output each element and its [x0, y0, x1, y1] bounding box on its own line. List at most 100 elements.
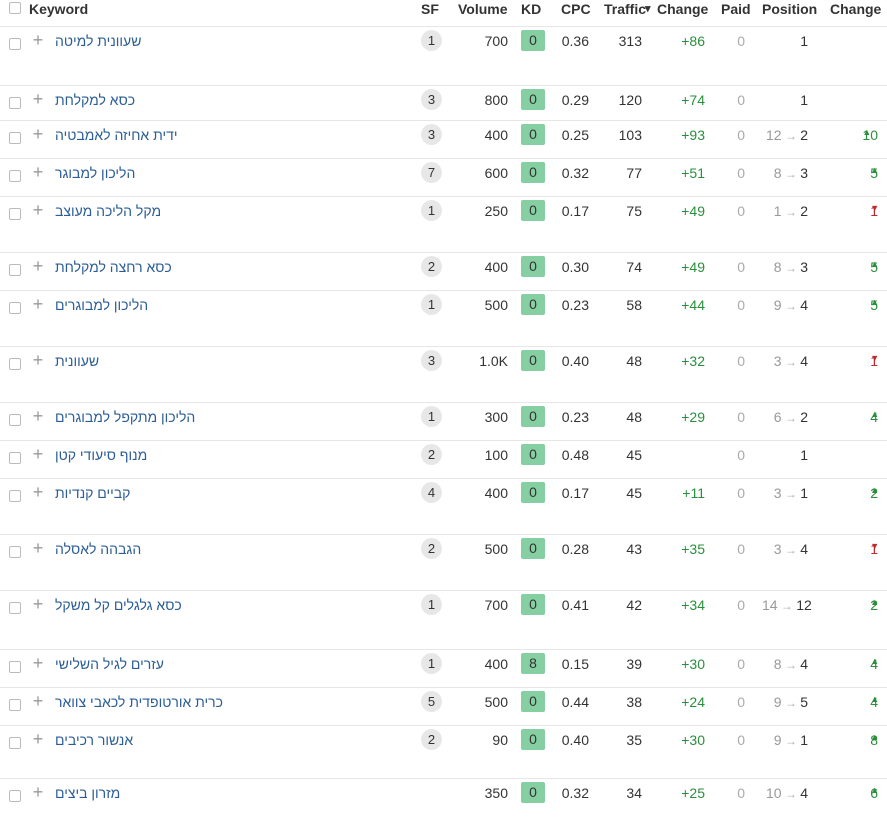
row-checkbox[interactable] [9, 452, 21, 464]
keyword-link[interactable]: מנוף סיעודי קטן [55, 447, 147, 463]
col-sf[interactable]: SF [421, 1, 439, 17]
cpc-value: 0.23 [561, 297, 589, 313]
add-keyword-icon[interactable]: + [31, 351, 45, 369]
row-checkbox[interactable] [9, 546, 21, 558]
row-checkbox[interactable] [9, 699, 21, 711]
row-checkbox[interactable] [9, 790, 21, 802]
keyword-link[interactable]: קביים קנדיות [55, 485, 130, 501]
row-checkbox[interactable] [9, 602, 21, 614]
traffic-change-value: +86 [681, 33, 705, 49]
paid-value: 0 [737, 541, 745, 557]
serp-features-badge[interactable]: 1 [421, 294, 442, 315]
add-keyword-icon[interactable]: + [31, 692, 45, 710]
row-checkbox[interactable] [9, 97, 21, 109]
arrow-right-icon: → [781, 487, 801, 501]
row-checkbox[interactable] [9, 358, 21, 370]
cpc-value: 0.48 [561, 447, 589, 463]
row-checkbox[interactable] [9, 208, 21, 220]
keyword-link[interactable]: כסא גלגלים קל משקל [55, 597, 182, 613]
keyword-link[interactable]: הליכון למבוגר [55, 165, 135, 181]
col-paid[interactable]: Paid [721, 1, 751, 17]
col-traffic[interactable]: Traffic [604, 1, 646, 17]
arrow-right-icon: → [781, 205, 801, 219]
position-cell: 8 → 3 [762, 259, 808, 275]
paid-value: 0 [737, 203, 745, 219]
add-keyword-icon[interactable]: + [31, 201, 45, 219]
sort-desc-icon[interactable]: ▾ [645, 2, 651, 15]
add-keyword-icon[interactable]: + [31, 257, 45, 275]
paid-value: 0 [737, 409, 745, 425]
add-keyword-icon[interactable]: + [31, 90, 45, 108]
kd-badge: 0 [521, 729, 545, 750]
serp-features-badge[interactable]: 2 [421, 538, 442, 559]
col-position-change[interactable]: Change [830, 1, 881, 17]
col-cpc[interactable]: CPC [561, 1, 591, 17]
row-checkbox[interactable] [9, 490, 21, 502]
position-cell: 1 [762, 33, 808, 49]
cpc-value: 0.17 [561, 203, 589, 219]
serp-features-badge[interactable]: 3 [421, 124, 442, 145]
serp-features-badge[interactable]: 2 [421, 444, 442, 465]
row-checkbox[interactable] [9, 132, 21, 144]
keyword-link[interactable]: מזרון ביצים [55, 785, 120, 801]
row-checkbox[interactable] [9, 302, 21, 314]
serp-features-badge[interactable]: 3 [421, 89, 442, 110]
previous-position: 3 [773, 485, 782, 501]
keyword-link[interactable]: כסא רחצה למקלחת [55, 259, 172, 275]
serp-features-badge[interactable]: 1 [421, 406, 442, 427]
cpc-value: 0.29 [561, 92, 589, 108]
row-checkbox[interactable] [9, 414, 21, 426]
kd-badge: 0 [521, 444, 545, 465]
keyword-link[interactable]: ידית אחיזה לאמבטיה [55, 127, 178, 143]
add-keyword-icon[interactable]: + [31, 445, 45, 463]
keyword-link[interactable]: הגבהה לאסלה [55, 541, 141, 557]
add-keyword-icon[interactable]: + [31, 783, 45, 801]
keyword-link[interactable]: כסא למקלחת [55, 92, 135, 108]
keyword-link[interactable]: שעוונית למיטה [55, 33, 141, 49]
keyword-link[interactable]: אנשור רכיבים [55, 732, 133, 748]
row-checkbox[interactable] [9, 737, 21, 749]
serp-features-badge[interactable]: 1 [421, 30, 442, 51]
row-checkbox[interactable] [9, 38, 21, 50]
add-keyword-icon[interactable]: + [31, 539, 45, 557]
paid-value: 0 [737, 732, 745, 748]
row-checkbox[interactable] [9, 661, 21, 673]
keyword-link[interactable]: הליכון מתקפל למבוגרים [55, 409, 195, 425]
keyword-link[interactable]: כרית אורטופדית לכאבי צוואר [55, 694, 223, 710]
select-all-checkbox[interactable] [9, 2, 21, 14]
serp-features-badge[interactable]: 3 [421, 350, 442, 371]
add-keyword-icon[interactable]: + [31, 595, 45, 613]
serp-features-badge[interactable]: 2 [421, 256, 442, 277]
position-cell: 3 → 1 [762, 485, 808, 501]
add-keyword-icon[interactable]: + [31, 163, 45, 181]
keyword-link[interactable]: שעוונית [55, 353, 99, 369]
add-keyword-icon[interactable]: + [31, 483, 45, 501]
traffic-change-value: +51 [681, 165, 705, 181]
col-change[interactable]: Change [657, 1, 708, 17]
serp-features-badge[interactable]: 5 [421, 691, 442, 712]
col-position[interactable]: Position [762, 1, 817, 17]
serp-features-badge[interactable]: 1 [421, 200, 442, 221]
traffic-value: 120 [618, 92, 642, 108]
serp-features-badge[interactable]: 1 [421, 594, 442, 615]
add-keyword-icon[interactable]: + [31, 730, 45, 748]
arrow-right-icon: → [781, 167, 801, 181]
serp-features-badge[interactable]: 1 [421, 653, 442, 674]
serp-features-badge[interactable]: 4 [421, 482, 442, 503]
add-keyword-icon[interactable]: + [31, 654, 45, 672]
row-checkbox[interactable] [9, 264, 21, 276]
row-checkbox[interactable] [9, 170, 21, 182]
add-keyword-icon[interactable]: + [31, 31, 45, 49]
add-keyword-icon[interactable]: + [31, 125, 45, 143]
keyword-link[interactable]: עזרים לגיל השלישי [55, 656, 164, 672]
col-keyword[interactable]: Keyword [29, 1, 88, 17]
serp-features-badge[interactable]: 7 [421, 162, 442, 183]
col-volume[interactable]: Volume [458, 1, 508, 17]
keyword-link[interactable]: הליכון למבוגרים [55, 297, 148, 313]
keyword-link[interactable]: מקל הליכה מעוצב [55, 203, 161, 219]
current-position: 4 [800, 297, 808, 313]
col-kd[interactable]: KD [521, 1, 541, 17]
serp-features-badge[interactable]: 2 [421, 729, 442, 750]
add-keyword-icon[interactable]: + [31, 295, 45, 313]
add-keyword-icon[interactable]: + [31, 407, 45, 425]
